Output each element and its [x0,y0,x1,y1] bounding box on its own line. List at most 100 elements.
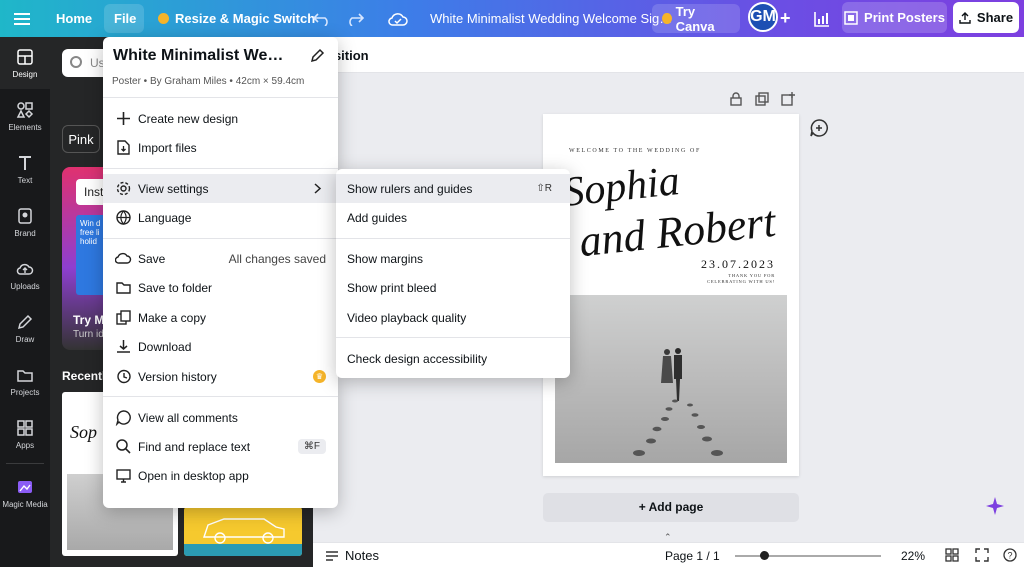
rail-draw[interactable]: Draw [0,302,50,354]
add-page-icon[interactable] [781,92,795,109]
add-comment-icon[interactable] [809,118,829,141]
rail-design[interactable]: Design [0,37,50,89]
poster-photo[interactable] [555,295,787,463]
menu-icon[interactable] [14,0,30,37]
document-title[interactable]: White Minimalist Wedding Welcome Sig… [430,0,672,37]
crown-icon: ♛ [313,370,326,383]
chevron-right-icon [314,183,322,194]
save-status: All changes saved [228,251,326,266]
menu-divider [103,396,338,397]
recent-design-thumbnail[interactable] [184,507,302,556]
rail-apps[interactable]: Apps [0,408,50,460]
submenu-item-label: Show margins [347,251,424,266]
poster-thanks-text[interactable]: THANK YOU FOR CELEBRATING WITH US! [695,273,775,285]
menu-item-view-settings[interactable]: View settings [103,174,338,203]
desktop-icon [116,469,131,483]
download-icon [117,340,130,353]
menu-item-language[interactable]: Language [103,203,338,232]
submenu-item-video-playback-quality[interactable]: Video playback quality [336,303,570,332]
rail-projects[interactable]: Projects [0,355,50,407]
menu-item-download[interactable]: Download [103,332,338,361]
poster-name-1[interactable]: Sophia [561,158,682,216]
menu-item-import-files[interactable]: Import files [103,133,338,162]
duplicate-page-icon[interactable] [755,92,769,109]
submenu-item-show-print-bleed[interactable]: Show print bleed [336,273,570,302]
design-page[interactable]: WELCOME TO THE WEDDING OF Sophia and Rob… [543,114,799,476]
rail-label: Design [12,69,38,79]
menu-item-make-a-copy[interactable]: Make a copy [103,303,338,332]
cloud-save-icon[interactable] [388,0,408,37]
rail-elements[interactable]: Elements [0,90,50,142]
draw-icon [17,314,33,329]
menu-item-label: Open in desktop app [138,468,249,483]
rail-label: Apps [15,440,35,450]
menu-item-label: Download [138,339,192,354]
menu-item-find-and-replace[interactable]: Find and replace text ⌘F [103,432,338,461]
rail-magic-media[interactable]: Magic Media [0,467,50,519]
zoom-level[interactable]: 22% [901,549,925,563]
plus-icon [117,112,130,125]
menu-item-open-in-desktop-app[interactable]: Open in desktop app [103,461,338,490]
svg-text:?: ? [1007,551,1012,561]
rail-text[interactable]: Text [0,143,50,195]
rail-uploads[interactable]: Uploads [0,249,50,301]
menu-item-save[interactable]: Save All changes saved [103,244,338,273]
menu-item-label: View settings [138,181,209,196]
menu-item-create-new-design[interactable]: Create new design [103,104,338,133]
menu-divider [103,238,338,239]
page-indicator[interactable]: Page 1 / 1 [665,549,720,563]
submenu-item-show-margins[interactable]: Show margins [336,244,570,273]
try-canva-button[interactable]: Try Canva [652,3,740,34]
avatar[interactable]: GM [748,2,778,32]
notes-button[interactable]: Notes [325,548,379,563]
rail-label: Elements [8,122,42,132]
analytics-icon[interactable] [814,0,830,37]
design-icon [17,48,33,65]
rail-divider [6,463,44,464]
menu-item-view-all-comments[interactable]: View all comments [103,403,338,432]
history-icon [117,369,131,384]
fullscreen-icon[interactable] [975,548,989,565]
crown-icon [662,13,672,24]
undo-icon[interactable] [313,0,331,37]
notes-icon [326,550,338,561]
submenu-item-add-guides[interactable]: Add guides [336,203,570,232]
menu-item-save-to-folder[interactable]: Save to folder [103,273,338,302]
footprints [633,399,723,456]
search-icon [70,56,82,68]
menu-item-label: Make a copy [138,310,207,325]
submenu-item-show-rulers[interactable]: Show rulers and guides ⇧R [336,174,570,203]
redo-icon[interactable] [346,0,364,37]
assistant-icon[interactable] [985,496,1005,519]
poster-date[interactable]: 23.07.2023 [701,257,775,272]
thumbnail-script: Sop [70,422,97,442]
add-people-icon[interactable]: + [780,0,791,37]
home-button[interactable]: Home [56,0,92,37]
file-menu-button[interactable]: File [104,4,144,33]
zoom-slider-handle[interactable] [760,551,769,560]
filter-chip-pink[interactable]: Pink [62,125,100,153]
lock-icon[interactable] [729,92,743,109]
edit-icon[interactable] [310,48,325,66]
try-canva-label: Try Canva [675,3,715,34]
zoom-slider[interactable] [735,555,881,557]
menu-item-version-history[interactable]: Version history ♛ [103,362,338,391]
add-page-button[interactable]: + Add page [543,493,799,522]
left-rail: Design Elements Text Brand Uploads Draw … [0,37,50,567]
shortcut-badge: ⌘F [297,439,326,454]
cloud-icon [115,252,132,264]
rail-label: Text [17,175,33,185]
file-menu-title[interactable]: White Minimalist Wedding … [113,47,289,65]
help-icon[interactable]: ? [1003,548,1017,565]
grid-view-icon[interactable] [945,548,959,565]
rail-brand[interactable]: Brand [0,196,50,248]
gear-icon [116,181,131,196]
search-icon [116,439,131,454]
print-posters-button[interactable]: Print Posters [842,2,947,33]
menu-item-label: Save [138,251,166,266]
share-button[interactable]: Share [953,2,1019,33]
resize-button[interactable]: Resize & Magic Switch [158,0,315,37]
submenu-item-check-accessibility[interactable]: Check design accessibility [336,344,570,373]
poster-welcome-text[interactable]: WELCOME TO THE WEDDING OF [569,148,701,154]
menu-item-label: Import files [138,140,197,155]
